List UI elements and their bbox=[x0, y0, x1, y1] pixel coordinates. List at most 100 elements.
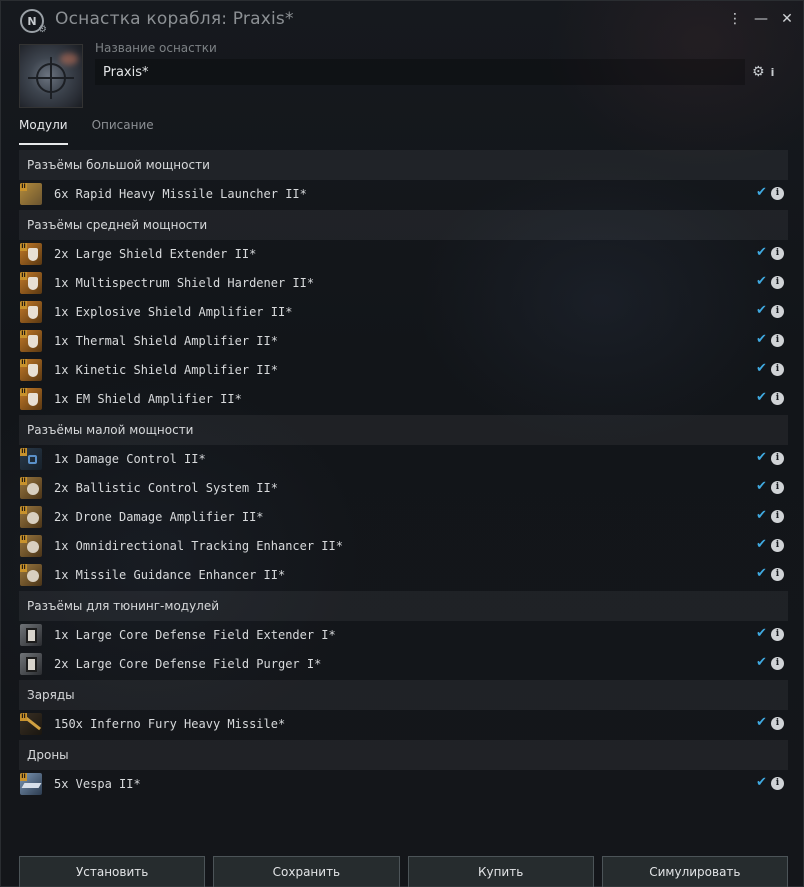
list-item[interactable]: II 150x Inferno Fury Heavy Missile* ✔ i bbox=[19, 710, 788, 739]
list-item[interactable]: II 5x Vespa II* ✔ i bbox=[19, 770, 788, 799]
info-icon[interactable]: i bbox=[771, 452, 784, 465]
ship-glow bbox=[60, 53, 78, 65]
gear-icon[interactable]: ⚙ bbox=[752, 64, 765, 80]
list-item[interactable]: II 1x Damage Control II* ✔ i bbox=[19, 445, 788, 474]
ship-reticle-icon bbox=[28, 57, 74, 99]
rig-icon bbox=[20, 653, 42, 675]
check-icon: ✔ bbox=[756, 508, 767, 523]
info-icon[interactable]: i bbox=[771, 717, 784, 730]
item-label: 1x Missile Guidance Enhancer II* bbox=[54, 568, 286, 582]
window-title: Оснастка корабля: Praxis* bbox=[55, 9, 294, 29]
check-icon: ✔ bbox=[756, 303, 767, 318]
check-icon: ✔ bbox=[756, 566, 767, 581]
list-item[interactable]: II 1x Missile Guidance Enhancer II* ✔ i bbox=[19, 561, 788, 590]
launcher-icon: II bbox=[20, 183, 42, 205]
save-button[interactable]: Сохранить bbox=[213, 856, 400, 887]
info-icon[interactable]: i bbox=[771, 628, 784, 641]
guidance-enhancer-icon: II bbox=[20, 564, 42, 586]
item-label: 5x Vespa II* bbox=[54, 777, 141, 791]
tab-modules[interactable]: Модули bbox=[19, 115, 68, 145]
drone-damage-icon: II bbox=[20, 506, 42, 528]
list-item[interactable]: II 1x Explosive Shield Amplifier II* ✔ i bbox=[19, 298, 788, 327]
shield-amplifier-icon: II bbox=[20, 359, 42, 381]
fit-name-input[interactable] bbox=[95, 59, 745, 85]
info-icon[interactable]: i bbox=[771, 657, 784, 670]
list-item[interactable]: II 1x Multispectrum Shield Hardener II* … bbox=[19, 269, 788, 298]
list-item[interactable]: II 1x Thermal Shield Amplifier II* ✔ i bbox=[19, 327, 788, 356]
list-item[interactable]: II 6x Rapid Heavy Missile Launcher II* ✔… bbox=[19, 180, 788, 209]
section-high-slots[interactable]: Разъёмы большой мощности bbox=[19, 150, 788, 180]
info-icon[interactable]: i bbox=[771, 305, 784, 318]
item-label: 1x Omnidirectional Tracking Enhancer II* bbox=[54, 539, 343, 553]
list-item[interactable]: II 1x Omnidirectional Tracking Enhancer … bbox=[19, 532, 788, 561]
tab-bar: Модули Описание bbox=[19, 115, 154, 145]
check-icon: ✔ bbox=[756, 245, 767, 260]
check-icon: ✔ bbox=[756, 537, 767, 552]
damage-control-icon: II bbox=[20, 448, 42, 470]
item-label: 1x Large Core Defense Field Extender I* bbox=[54, 628, 336, 642]
info-icon[interactable]: i bbox=[771, 276, 784, 289]
item-label: 2x Large Shield Extender II* bbox=[54, 247, 257, 261]
info-icon[interactable]: i bbox=[771, 510, 784, 523]
section-mid-slots[interactable]: Разъёмы средней мощности bbox=[19, 210, 788, 240]
fitting-list: Разъёмы большой мощности II 6x Rapid Hea… bbox=[19, 149, 788, 799]
check-icon: ✔ bbox=[756, 715, 767, 730]
info-icon[interactable]: i bbox=[771, 334, 784, 347]
list-item[interactable]: II 2x Drone Damage Amplifier II* ✔ i bbox=[19, 503, 788, 532]
ballistic-control-icon: II bbox=[20, 477, 42, 499]
fitting-logo-icon: N ⚙ bbox=[20, 9, 47, 35]
section-charges[interactable]: Заряды bbox=[19, 680, 788, 710]
tracking-enhancer-icon: II bbox=[20, 535, 42, 557]
tab-description[interactable]: Описание bbox=[92, 115, 154, 145]
install-button[interactable]: Установить bbox=[19, 856, 206, 887]
info-icon[interactable]: i bbox=[771, 481, 784, 494]
info-icon[interactable]: i bbox=[771, 187, 784, 200]
check-icon: ✔ bbox=[756, 450, 767, 465]
item-label: 1x Multispectrum Shield Hardener II* bbox=[54, 276, 315, 290]
more-options-icon[interactable]: ⋮ bbox=[727, 10, 743, 28]
item-label: 1x Thermal Shield Amplifier II* bbox=[54, 334, 278, 348]
list-item[interactable]: 2x Large Core Defense Field Purger I* ✔ … bbox=[19, 650, 788, 679]
fit-name-label: Название оснастки bbox=[95, 41, 217, 55]
info-icon[interactable]: i bbox=[771, 777, 784, 790]
list-item[interactable]: II 1x Kinetic Shield Amplifier II* ✔ i bbox=[19, 356, 788, 385]
shield-extender-icon: II bbox=[20, 243, 42, 265]
section-drones[interactable]: Дроны bbox=[19, 740, 788, 770]
check-icon: ✔ bbox=[756, 655, 767, 670]
item-label: 150x Inferno Fury Heavy Missile* bbox=[54, 717, 286, 731]
check-icon: ✔ bbox=[756, 775, 767, 790]
item-label: 2x Large Core Defense Field Purger I* bbox=[54, 657, 322, 671]
info-icon[interactable]: i bbox=[771, 66, 775, 79]
info-icon[interactable]: i bbox=[771, 363, 784, 376]
minimize-icon[interactable]: — bbox=[753, 10, 769, 28]
check-icon: ✔ bbox=[756, 332, 767, 347]
simulate-button[interactable]: Симулировать bbox=[601, 856, 788, 887]
info-icon[interactable]: i bbox=[771, 392, 784, 405]
item-label: 1x Damage Control II* bbox=[54, 452, 206, 466]
check-icon: ✔ bbox=[756, 390, 767, 405]
rig-icon bbox=[20, 624, 42, 646]
item-label: 2x Drone Damage Amplifier II* bbox=[54, 510, 264, 524]
section-rig-slots[interactable]: Разъёмы для тюнинг-модулей bbox=[19, 591, 788, 621]
window-controls: ⋮ — ✕ bbox=[727, 10, 795, 28]
title-bar[interactable]: N ⚙ Оснастка корабля: Praxis* ⋮ — ✕ bbox=[1, 1, 804, 39]
action-buttons: Установить Сохранить Купить Симулировать bbox=[19, 856, 788, 887]
fitting-window: N ⚙ Оснастка корабля: Praxis* ⋮ — ✕ Назва… bbox=[0, 0, 804, 887]
buy-button[interactable]: Купить bbox=[407, 856, 594, 887]
ship-thumbnail[interactable] bbox=[19, 44, 83, 108]
list-item[interactable]: II 2x Ballistic Control System II* ✔ i bbox=[19, 474, 788, 503]
info-icon[interactable]: i bbox=[771, 247, 784, 260]
list-item[interactable]: 1x Large Core Defense Field Extender I* … bbox=[19, 621, 788, 650]
list-item[interactable]: II 2x Large Shield Extender II* ✔ i bbox=[19, 240, 788, 269]
item-label: 1x Explosive Shield Amplifier II* bbox=[54, 305, 293, 319]
close-icon[interactable]: ✕ bbox=[779, 10, 795, 28]
list-item[interactable]: II 1x EM Shield Amplifier II* ✔ i bbox=[19, 385, 788, 414]
check-icon: ✔ bbox=[756, 626, 767, 641]
info-icon[interactable]: i bbox=[771, 539, 784, 552]
section-low-slots[interactable]: Разъёмы малой мощности bbox=[19, 415, 788, 445]
missile-icon: II bbox=[20, 713, 42, 735]
shield-amplifier-icon: II bbox=[20, 330, 42, 352]
check-icon: ✔ bbox=[756, 185, 767, 200]
info-icon[interactable]: i bbox=[771, 568, 784, 581]
check-icon: ✔ bbox=[756, 479, 767, 494]
